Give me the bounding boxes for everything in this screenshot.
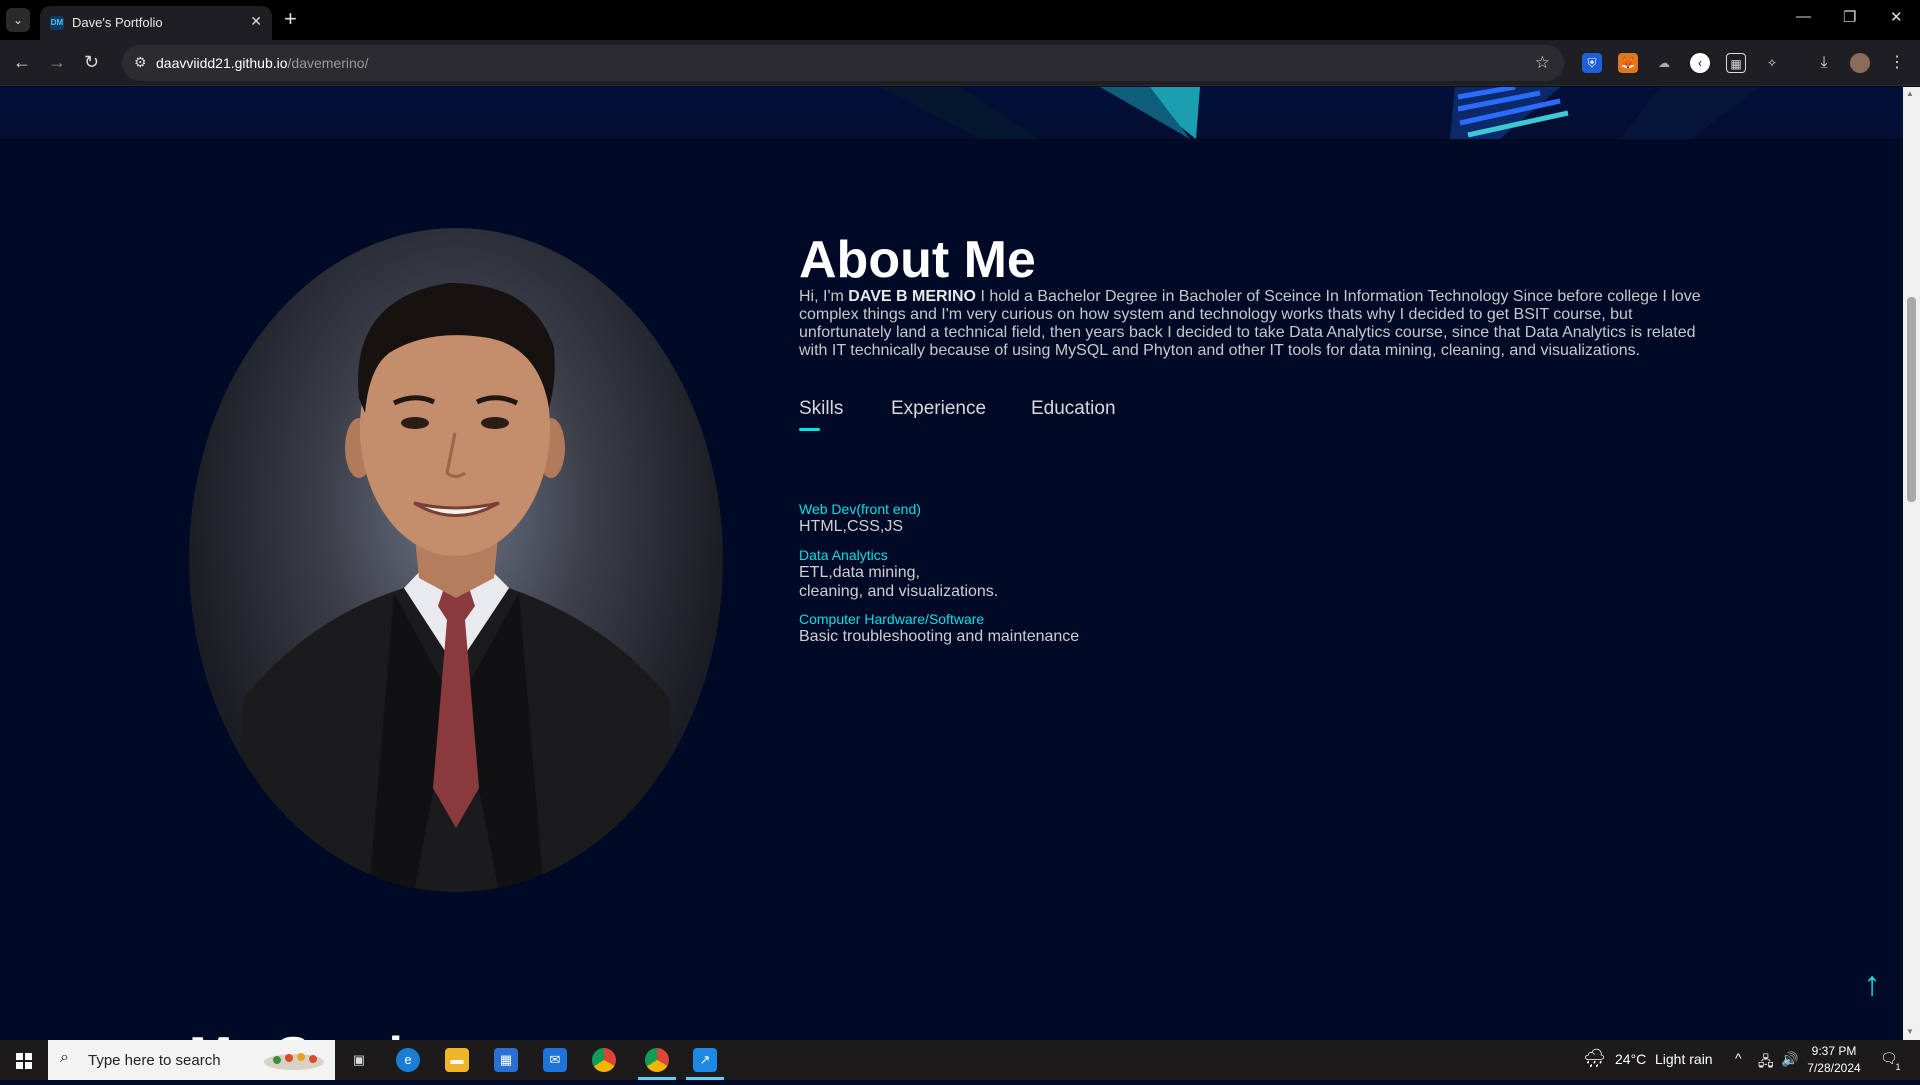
extension-cloud-icon[interactable]: ☁ xyxy=(1654,53,1674,73)
skill-title-hardware: Computer Hardware/Software xyxy=(799,611,985,627)
remote-desktop-icon[interactable]: ↗ xyxy=(693,1048,717,1072)
new-tab-button[interactable]: + xyxy=(284,7,297,31)
tab-education[interactable]: Education xyxy=(1031,398,1116,420)
hero-banner-bottom xyxy=(0,87,1903,139)
site-info-icon[interactable]: ⚙ xyxy=(134,54,147,71)
skill-desc-data-analytics: ETL,data mining, cleaning, and visualiza… xyxy=(799,564,999,600)
qr-extension-icon[interactable]: ▦ xyxy=(1726,53,1746,73)
about-me-paragraph: Hi, I'm DAVE B MERINO I hold a Bachelor … xyxy=(799,288,1701,359)
hero-banner-graphic xyxy=(880,87,1760,139)
tab-search-button[interactable]: ⌄ xyxy=(6,8,30,32)
reload-button[interactable]: ↻ xyxy=(84,52,99,72)
minimize-window-button[interactable]: — xyxy=(1796,8,1811,25)
browser-toolbar: ← → ↻ ⚙ daavviidd21.github.io/davemerino… xyxy=(0,40,1920,86)
tab-skills[interactable]: Skills xyxy=(799,398,843,420)
browser-tab[interactable]: DM Dave's Portfolio ✕ xyxy=(40,6,272,40)
edge-browser-icon[interactable]: e xyxy=(396,1048,420,1072)
weather-rain-icon[interactable]: 🌧 xyxy=(1583,1048,1606,1069)
skill-title-web-dev: Web Dev(front end) xyxy=(799,501,921,517)
scroll-up-arrow-icon[interactable]: ▲ xyxy=(1906,89,1914,98)
skill-desc-hardware: Basic troubleshooting and maintenance xyxy=(799,628,1080,645)
weather-temperature[interactable]: 24°C xyxy=(1615,1051,1646,1067)
browser-tab-bar: ⌄ DM Dave's Portfolio ✕ + — ❐ ✕ xyxy=(0,0,1920,40)
clock-time[interactable]: 9:37 PM xyxy=(1808,1044,1860,1058)
browser-menu-icon[interactable]: ⋮ xyxy=(1887,53,1907,73)
taskbar-search-box[interactable]: ⌕ Type here to search xyxy=(48,1040,335,1080)
clock-date[interactable]: 7/28/2024 xyxy=(1804,1061,1864,1075)
restore-window-button[interactable]: ❐ xyxy=(1843,8,1856,26)
chrome-active-icon[interactable] xyxy=(645,1048,669,1072)
start-button[interactable] xyxy=(0,1040,48,1080)
extension-chevron-icon[interactable]: ‹ xyxy=(1690,53,1710,73)
show-hidden-icons-chevron-icon[interactable]: ^ xyxy=(1735,1050,1742,1066)
network-icon[interactable]: 🖧 xyxy=(1758,1051,1774,1075)
download-icon[interactable]: ⤓ xyxy=(1814,53,1834,73)
task-view-icon[interactable]: ▣ xyxy=(347,1048,371,1072)
search-highlight-art-icon xyxy=(264,1053,324,1070)
search-placeholder: Type here to search xyxy=(88,1052,221,1069)
volume-icon[interactable]: 🔊 xyxy=(1781,1051,1798,1068)
weather-description[interactable]: Light rain xyxy=(1655,1051,1713,1067)
close-tab-icon[interactable]: ✕ xyxy=(250,13,262,30)
microsoft-store-icon[interactable]: ▦ xyxy=(494,1048,518,1072)
active-tab-indicator xyxy=(799,428,820,431)
portrait-illustration xyxy=(229,283,683,892)
file-explorer-icon[interactable]: ▬ xyxy=(445,1048,469,1072)
address-bar[interactable]: ⚙ daavviidd21.github.io/davemerino/ ☆ xyxy=(122,45,1564,81)
chrome-icon[interactable] xyxy=(592,1048,616,1072)
scrollbar-thumb[interactable] xyxy=(1907,297,1916,502)
forward-button[interactable]: → xyxy=(48,52,66,72)
portfolio-page: About Me Hi, I'm DAVE B MERINO I hold a … xyxy=(0,87,1903,1040)
profile-avatar[interactable] xyxy=(1850,53,1870,73)
back-button[interactable]: ← xyxy=(13,52,31,72)
skill-desc-web-dev: HTML,CSS,JS xyxy=(799,518,904,535)
portfolio-favicon-icon: DM xyxy=(50,16,64,30)
url-text[interactable]: daavviidd21.github.io/davemerino/ xyxy=(156,55,368,71)
tab-title: Dave's Portfolio xyxy=(72,15,163,30)
scroll-down-arrow-icon[interactable]: ▼ xyxy=(1906,1027,1914,1036)
windows-logo-icon xyxy=(16,1053,32,1069)
metamask-extension-icon[interactable]: 🦊 xyxy=(1618,53,1638,73)
extensions-puzzle-icon[interactable]: ✧ xyxy=(1762,53,1782,73)
search-icon: ⌕ xyxy=(60,1049,69,1066)
windows-taskbar: ⌕ Type here to search ▣ e ▬ ▦ ✉ ↗ 🌧 24°C… xyxy=(0,1040,1920,1080)
bookmark-star-icon[interactable]: ☆ xyxy=(1535,53,1550,73)
skill-title-data-analytics: Data Analytics xyxy=(799,547,888,563)
about-me-heading: About Me xyxy=(799,231,1036,289)
notification-count-badge: 1 xyxy=(1895,1062,1901,1072)
bitwarden-extension-icon[interactable]: ⛨ xyxy=(1582,53,1602,73)
tab-experience[interactable]: Experience xyxy=(891,398,986,420)
mail-icon[interactable]: ✉ xyxy=(543,1048,567,1072)
profile-photo xyxy=(189,228,723,892)
name-highlight: DAVE B MERINO xyxy=(848,288,976,305)
close-window-button[interactable]: ✕ xyxy=(1890,8,1903,26)
page-scrollbar[interactable]: ▲ ▼ xyxy=(1903,87,1920,1040)
back-to-top-arrow-icon[interactable]: ↑ xyxy=(1855,967,1889,1001)
services-heading: My Services xyxy=(189,1026,490,1040)
